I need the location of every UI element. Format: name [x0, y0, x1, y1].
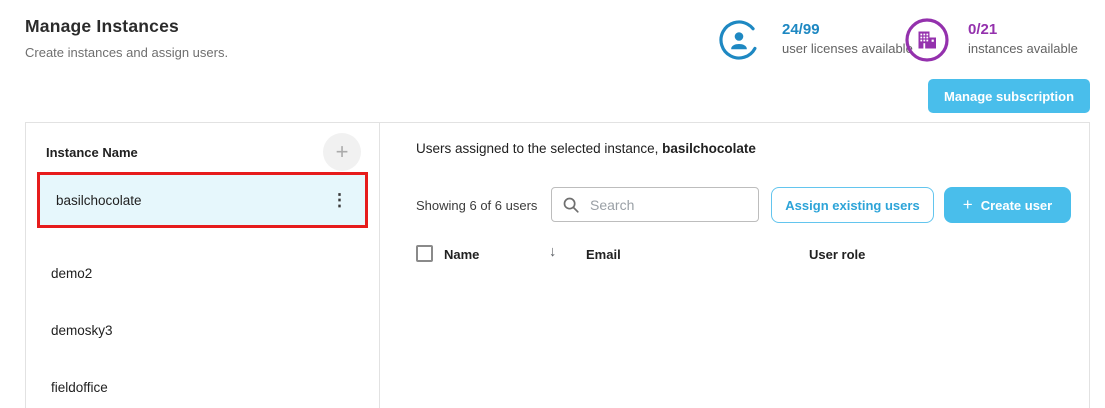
column-header-email[interactable]: Email: [586, 247, 621, 262]
assigned-users-heading-text: Users assigned to the selected instance,: [416, 141, 662, 156]
search-input[interactable]: [590, 197, 748, 213]
manage-subscription-button[interactable]: Manage subscription: [928, 79, 1090, 113]
instance-name-label: demo2: [51, 266, 92, 281]
user-licenses-value: 24/99: [782, 21, 820, 38]
instances-building-icon: [904, 17, 950, 68]
add-instance-button[interactable]: +: [323, 133, 361, 171]
user-licenses-ring-icon: [718, 19, 760, 66]
instance-name-label: basilchocolate: [40, 193, 142, 208]
instance-name-label: fieldoffice: [51, 380, 108, 395]
showing-users-count: Showing 6 of 6 users: [416, 198, 537, 213]
assigned-users-heading: Users assigned to the selected instance,…: [416, 141, 756, 156]
instance-name-label: demosky3: [51, 323, 113, 338]
page-subtitle: Create instances and assign users.: [25, 45, 228, 60]
manage-instances-card: Instance Name + basilchocolate ⋮ demo2 d…: [25, 122, 1090, 408]
user-licenses-label: user licenses available: [782, 41, 913, 56]
create-user-button[interactable]: + Create user: [944, 187, 1071, 223]
instance-row-demosky3[interactable]: demosky3: [26, 302, 379, 358]
plus-icon: +: [336, 139, 349, 165]
select-all-checkbox[interactable]: [416, 245, 433, 262]
assign-existing-users-button[interactable]: Assign existing users: [771, 187, 934, 223]
instances-label: instances available: [968, 41, 1078, 56]
kebab-menu-icon[interactable]: ⋮: [327, 190, 352, 211]
instance-name-column-header: Instance Name: [46, 145, 138, 160]
plus-icon: +: [963, 196, 973, 213]
sort-descending-icon[interactable]: ↓: [549, 244, 556, 260]
user-search-box[interactable]: [551, 187, 759, 222]
instances-value: 0/21: [968, 21, 997, 38]
search-icon: [562, 196, 580, 214]
page-title: Manage Instances: [25, 16, 179, 37]
column-header-user-role[interactable]: User role: [809, 247, 865, 262]
instance-row-fieldoffice[interactable]: fieldoffice: [26, 359, 379, 408]
create-user-label: Create user: [981, 198, 1053, 213]
instance-list-panel: Instance Name + basilchocolate ⋮ demo2 d…: [26, 123, 380, 408]
column-header-name[interactable]: Name: [444, 247, 479, 262]
instance-row-basilchocolate[interactable]: basilchocolate ⋮: [37, 172, 368, 228]
instance-row-demo2[interactable]: demo2: [26, 245, 379, 301]
selected-instance-name: basilchocolate: [662, 141, 756, 156]
